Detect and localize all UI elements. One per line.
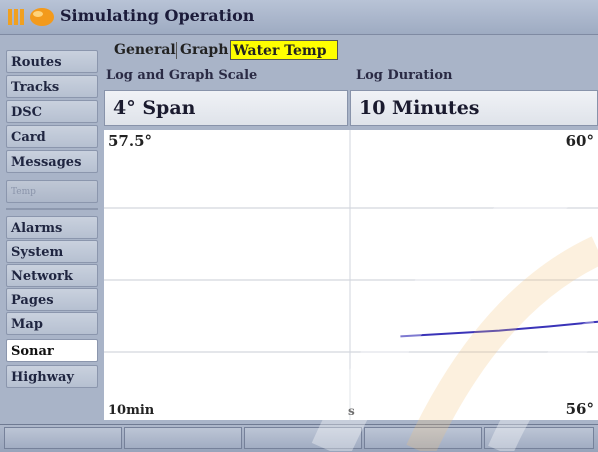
sidebar: Routes Tracks DSC Card Messages Temp Alarms Sys… [6,50,100,420]
tab-water-temp[interactable]: Water Temp [230,40,338,60]
sidebar-item-temp: Temp [6,180,98,203]
scale-field[interactable]: 4° Span [104,90,348,126]
garmin-flag-icon [8,8,54,26]
sidebar-item-system[interactable]: System [6,240,98,263]
y-min-label: 56° [565,400,594,418]
y-max-label: 60° [565,132,594,150]
temperature-graph: 57.5° 60° 10min s 56° [104,130,598,420]
softkey-5[interactable] [484,427,594,449]
sidebar-item-highway[interactable]: Highway [6,365,98,388]
softkey-1[interactable] [4,427,122,449]
softkey-bar [0,424,598,452]
x-left-label: 10min [108,403,155,418]
softkey-3[interactable] [244,427,362,449]
sidebar-item-messages[interactable]: Messages [6,150,98,173]
sidebar-item-pages[interactable]: Pages [6,288,98,311]
sidebar-item-tracks[interactable]: Tracks [6,75,98,98]
current-temp-label: 57.5° [108,132,153,150]
sidebar-item-alarms[interactable]: Alarms [6,216,98,239]
tab-divider [176,42,177,59]
sidebar-item-card[interactable]: Card [6,125,98,148]
sidebar-item-sonar[interactable]: Sonar [6,339,98,362]
sidebar-item-network[interactable]: Network [6,264,98,287]
tab-general[interactable]: General [112,40,176,60]
sidebar-item-map[interactable]: Map [6,312,98,335]
x-mid-label: s [348,404,355,418]
duration-field[interactable]: 10 Minutes [350,90,598,126]
window-title: Simulating Operation [60,6,255,25]
softkey-2[interactable] [124,427,242,449]
sidebar-item-dsc[interactable]: DSC [6,100,98,123]
title-bar: Simulating Operation [0,0,598,35]
sidebar-divider [6,208,98,210]
graph-canvas [104,130,598,420]
duration-header: Log Duration [356,68,453,83]
sidebar-item-routes[interactable]: Routes [6,50,98,73]
scale-header: Log and Graph Scale [106,68,258,83]
softkey-4[interactable] [364,427,482,449]
tab-graph[interactable]: Graph [178,40,228,60]
temperature-line [400,320,598,338]
